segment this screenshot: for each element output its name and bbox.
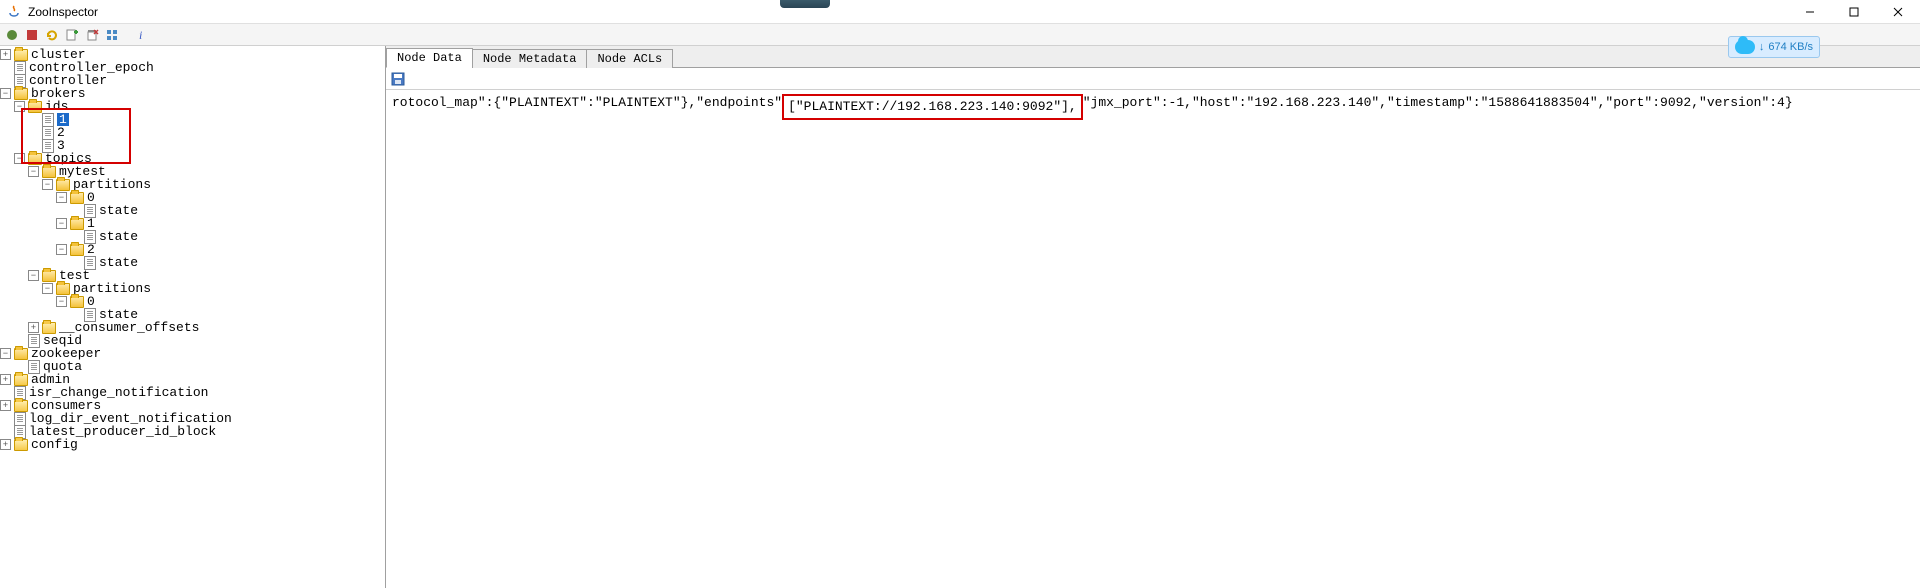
tree-label: state (99, 256, 138, 269)
collapse-icon[interactable]: − (56, 244, 67, 255)
tree-node-state[interactable]: state (70, 230, 385, 243)
tree-node-id-1[interactable]: 1 (28, 113, 385, 126)
tree-label: state (99, 204, 138, 217)
collapse-icon[interactable]: − (42, 179, 53, 190)
tree-node-state[interactable]: state (70, 204, 385, 217)
tree-node-ids[interactable]: −ids (14, 100, 385, 113)
node-data-highlight: ["PLAINTEXT://192.168.223.140:9092"], (782, 94, 1083, 120)
expand-icon[interactable]: + (0, 49, 11, 60)
expand-icon[interactable]: + (0, 400, 11, 411)
folder-closed-icon (42, 322, 56, 334)
folder-open-icon (14, 348, 28, 360)
java-icon (6, 4, 22, 20)
folder-open-icon (56, 283, 70, 295)
tree-node-id-2[interactable]: 2 (28, 126, 385, 139)
collapse-icon[interactable]: − (56, 296, 67, 307)
tree-node-config[interactable]: + config (0, 438, 385, 451)
folder-open-icon (28, 153, 42, 165)
file-icon (84, 256, 96, 270)
collapse-icon[interactable]: − (28, 166, 39, 177)
about-icon[interactable]: i (134, 27, 150, 43)
folder-closed-icon (14, 49, 28, 61)
folder-closed-icon (14, 374, 28, 386)
delete-node-icon[interactable] (84, 27, 100, 43)
collapse-icon[interactable]: − (56, 218, 67, 229)
folder-open-icon (70, 244, 84, 256)
minimize-button[interactable] (1788, 0, 1832, 24)
tree-label: state (99, 230, 138, 243)
collapse-icon[interactable]: − (28, 270, 39, 281)
content-pane: Node Data Node Metadata Node ACLs rotoco… (386, 46, 1920, 588)
file-icon (42, 113, 54, 127)
node-data-part3: "jmx_port":-1,"host":"192.168.223.140","… (1083, 94, 1793, 112)
tree-node-state[interactable]: state (70, 256, 385, 269)
node-data-text[interactable]: rotocol_map":{"PLAINTEXT":"PLAINTEXT"},"… (386, 90, 1920, 124)
folder-open-icon (28, 101, 42, 113)
tab-node-metadata[interactable]: Node Metadata (472, 49, 588, 68)
close-button[interactable] (1876, 0, 1920, 24)
node-data-part1: rotocol_map":{"PLAINTEXT":"PLAINTEXT"},"… (392, 94, 782, 112)
disconnect-icon[interactable] (24, 27, 40, 43)
tab-strip: Node Data Node Metadata Node ACLs (386, 46, 1920, 68)
file-icon (42, 126, 54, 140)
folder-closed-icon (14, 439, 28, 451)
download-speed-value: 674 KB/s (1768, 41, 1813, 53)
save-icon[interactable] (390, 71, 406, 87)
file-icon (84, 204, 96, 218)
tree-label: 2 (87, 243, 95, 256)
file-icon (84, 308, 96, 322)
folder-open-icon (70, 296, 84, 308)
expand-icon[interactable]: + (28, 322, 39, 333)
tree-label: config (31, 438, 78, 451)
add-node-icon[interactable] (64, 27, 80, 43)
file-icon (28, 360, 40, 374)
file-icon (14, 61, 26, 75)
collapse-icon[interactable]: − (56, 192, 67, 203)
tree-label: 0 (87, 295, 95, 308)
file-icon (14, 412, 26, 426)
tree-label: partitions (73, 178, 151, 191)
cloud-icon (1735, 40, 1755, 54)
expand-icon[interactable]: + (0, 439, 11, 450)
file-icon (28, 334, 40, 348)
download-speed-widget[interactable]: ↓ 674 KB/s (1728, 36, 1820, 58)
tab-node-acls[interactable]: Node ACLs (586, 49, 673, 68)
svg-text:i: i (139, 28, 142, 42)
download-arrow-icon: ↓ (1759, 41, 1765, 53)
collapse-icon[interactable]: − (0, 88, 11, 99)
tree-label: 0 (87, 191, 95, 204)
folder-open-icon (56, 179, 70, 191)
folder-open-icon (70, 218, 84, 230)
folder-open-icon (14, 88, 28, 100)
titlebar-handle-icon (780, 0, 830, 8)
collapse-icon[interactable]: − (0, 348, 11, 359)
collapse-icon[interactable]: − (14, 153, 25, 164)
expand-icon[interactable]: + (0, 374, 11, 385)
folder-closed-icon (14, 400, 28, 412)
file-icon (42, 139, 54, 153)
folder-open-icon (42, 166, 56, 178)
window-title: ZooInspector (28, 5, 98, 19)
tree-pane[interactable]: +cluster controller_epoch controller −br… (0, 46, 386, 588)
tree-label: partitions (73, 282, 151, 295)
tree-label: 1 (87, 217, 95, 230)
connect-icon[interactable] (4, 27, 20, 43)
node-viewers-icon[interactable] (104, 27, 120, 43)
tab-node-data[interactable]: Node Data (386, 48, 473, 68)
maximize-button[interactable] (1832, 0, 1876, 24)
folder-open-icon (70, 192, 84, 204)
window-titlebar: ZooInspector (0, 0, 1920, 24)
refresh-icon[interactable] (44, 27, 60, 43)
collapse-icon[interactable]: − (42, 283, 53, 294)
collapse-icon[interactable]: − (14, 101, 25, 112)
content-toolbar (386, 68, 1920, 90)
main-toolbar: i (0, 24, 1920, 46)
folder-open-icon (42, 270, 56, 282)
file-icon (84, 230, 96, 244)
